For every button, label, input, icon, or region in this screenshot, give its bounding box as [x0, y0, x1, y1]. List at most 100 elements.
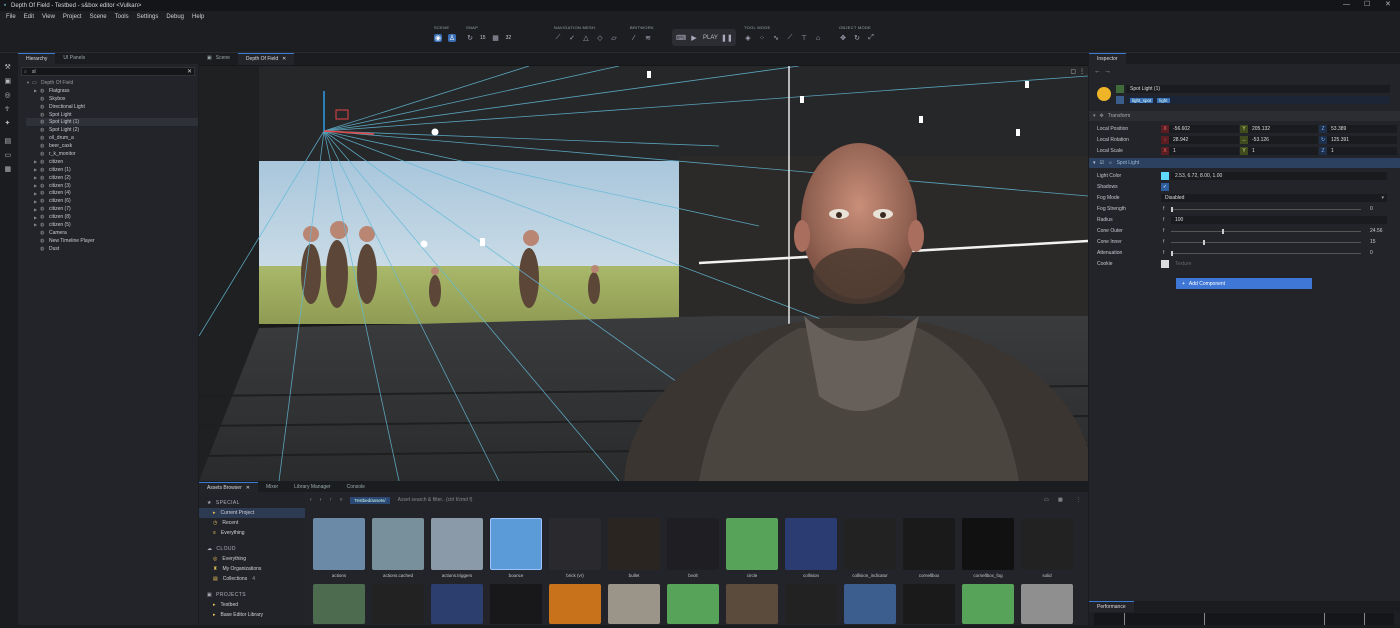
menu-debug[interactable]: Debug	[166, 14, 184, 20]
back-icon[interactable]: ‹	[310, 497, 312, 503]
tab-hierarchy[interactable]: Hierarchy	[18, 53, 56, 64]
object-name-field[interactable]: Spot Light (1)	[1126, 85, 1390, 93]
tree-item[interactable]: ◍ Spot Light	[26, 111, 198, 119]
fog-strength-slider[interactable]	[1171, 207, 1361, 212]
new-folder-icon[interactable]: ▭	[1044, 497, 1049, 503]
grid-size-value[interactable]: 32	[506, 35, 512, 41]
add-component-button[interactable]: + Add Component	[1176, 278, 1312, 289]
collapse-icon[interactable]: ▾	[1093, 113, 1096, 119]
menu-file[interactable]: File	[6, 14, 16, 20]
navmesh-triangle-icon[interactable]: △	[582, 34, 590, 42]
gamepad-icon[interactable]: ⌨	[676, 34, 686, 42]
menu-tools[interactable]: Tools	[115, 14, 129, 20]
monitor-icon[interactable]: ▭	[5, 151, 13, 159]
layers-icon[interactable]: ◈	[744, 34, 752, 42]
slider-knob[interactable]	[1203, 240, 1205, 245]
angle-snap-icon[interactable]: ↻	[466, 34, 474, 42]
tree-item[interactable]: ▶ ◍ citizen (3)	[26, 182, 198, 190]
asset-tile[interactable]	[785, 584, 837, 624]
asset-tile[interactable]	[962, 584, 1014, 624]
source-everything[interactable]: ≡ Everything	[199, 528, 305, 538]
clear-search-icon[interactable]: ✕	[187, 68, 192, 75]
brush-icon[interactable]: ⁄	[630, 34, 638, 42]
tree-item[interactable]: ▶ ◍ citizen (5)	[26, 221, 198, 229]
play-icon[interactable]: ▶	[690, 34, 698, 42]
position-x[interactable]: X -56.602	[1161, 125, 1239, 133]
asset-tile[interactable]	[608, 518, 660, 570]
tree-item[interactable]: ▶ ◍ citizen (2)	[26, 174, 198, 182]
asset-tile[interactable]	[372, 518, 424, 570]
navmesh-check-icon[interactable]: ✓	[568, 34, 576, 42]
path-breadcrumb[interactable]: Testbed/assets/	[350, 496, 390, 504]
asset-tile[interactable]	[1021, 584, 1073, 624]
asset-tile[interactable]	[372, 584, 424, 624]
tree-item[interactable]: ◍ New Timeline Player	[26, 237, 198, 245]
asset-tile[interactable]	[667, 584, 719, 624]
tab-ui-panels[interactable]: UI Panels	[55, 53, 93, 64]
asset-tile[interactable]	[313, 518, 365, 570]
navmesh-diamond-icon[interactable]: ◇	[596, 34, 604, 42]
tab-performance[interactable]: Performance	[1089, 601, 1134, 612]
collapse-icon[interactable]: ▾	[1093, 160, 1096, 166]
source-base-editor-library[interactable]: ▸ Base Editor Library	[199, 610, 305, 620]
tag-chip[interactable]: light_spot	[1130, 97, 1154, 103]
slider-knob[interactable]	[1171, 207, 1173, 212]
rotation-y[interactable]: ↔ -53.126	[1240, 136, 1318, 144]
source-testbed[interactable]: ▸ Testbed	[199, 600, 305, 610]
hammer-icon[interactable]: ⚒	[5, 63, 13, 71]
tree-item[interactable]: ◍ Dust	[26, 245, 198, 253]
asset-tile[interactable]	[962, 518, 1014, 570]
rotate-icon[interactable]: ↻	[853, 34, 861, 42]
attenuation-slider[interactable]	[1171, 251, 1361, 256]
navmesh-walk-icon[interactable]: ⟋	[554, 34, 562, 42]
maximize-button[interactable]: ☐	[1364, 0, 1370, 8]
tree-item[interactable]: ▶ ◍ citizen (6)	[26, 197, 198, 205]
tree-item[interactable]: ▶ ◍ Flatgrass	[26, 87, 198, 95]
tab-depth-of-field[interactable]: Depth Of Field ✕	[237, 53, 295, 65]
run-icon[interactable]: ☥	[5, 105, 13, 113]
slider-knob[interactable]	[1222, 229, 1224, 234]
tree-item[interactable]: ◍ Directional Light	[26, 103, 198, 111]
close-tab-icon[interactable]: ✕	[246, 485, 250, 492]
edge-icon[interactable]: ⟋	[786, 34, 794, 42]
spotlight-header[interactable]: ▾ ☑ ☼ Spot Light	[1089, 158, 1400, 168]
fog-mode-select[interactable]: Disabled ▾	[1161, 194, 1387, 202]
source-my-organizations[interactable]: ♜ My Organizations	[199, 564, 305, 574]
asset-tile[interactable]	[1021, 518, 1073, 570]
source-recent[interactable]: ◷ Recent	[199, 518, 305, 528]
wifi-icon[interactable]: ≋	[644, 34, 652, 42]
tab-inspector[interactable]: Inspector	[1089, 53, 1126, 64]
tree-item[interactable]: ◍ oil_drum_a	[26, 134, 198, 142]
tags-field[interactable]: light_spot light	[1126, 96, 1390, 104]
tree-item[interactable]: ◍ beer_cask	[26, 142, 198, 150]
tree-root[interactable]: ▼ ▭ Depth Of Field	[26, 79, 198, 87]
menu-help[interactable]: Help	[192, 14, 204, 20]
attenuation-value[interactable]: 0	[1370, 250, 1373, 256]
cone-outer-slider[interactable]	[1171, 229, 1361, 234]
tag-chip[interactable]: light	[1157, 97, 1170, 103]
tree-item[interactable]: ▶ ◍ citizen (4)	[26, 189, 198, 197]
cone-inner-value[interactable]: 15	[1370, 239, 1376, 245]
forward-icon[interactable]: ›	[320, 497, 322, 503]
path-icon[interactable]: ∿	[772, 34, 780, 42]
local-space-icon[interactable]: ♙	[448, 34, 456, 42]
pause-icon[interactable]: ❚❚	[721, 34, 733, 42]
angle-snap-value[interactable]: 15	[480, 35, 486, 41]
scale-x[interactable]: X1	[1161, 147, 1239, 155]
asset-tile[interactable]	[549, 518, 601, 570]
tab-library-manager[interactable]: Library Manager	[286, 482, 338, 492]
grid-icon[interactable]: ▦	[5, 165, 13, 173]
source-cloud-everything[interactable]: ◎ Everything	[199, 554, 305, 564]
tree-item[interactable]: ◍ Skybox	[26, 95, 198, 103]
enabled-checkbox[interactable]: ☑	[1100, 160, 1104, 166]
asset-tile[interactable]	[726, 584, 778, 624]
minimize-button[interactable]: —	[1343, 1, 1350, 8]
asset-tile[interactable]	[608, 584, 660, 624]
move-icon[interactable]: ✥	[839, 34, 847, 42]
viewport-maximize-icon[interactable]: ▢	[1070, 68, 1076, 75]
asset-tile[interactable]	[431, 518, 483, 570]
globe-icon[interactable]: ◉	[434, 34, 442, 42]
menu-project[interactable]: Project	[63, 14, 82, 20]
cone-outer-value[interactable]: 24.56	[1370, 228, 1383, 234]
scale-y[interactable]: Y1	[1240, 147, 1318, 155]
